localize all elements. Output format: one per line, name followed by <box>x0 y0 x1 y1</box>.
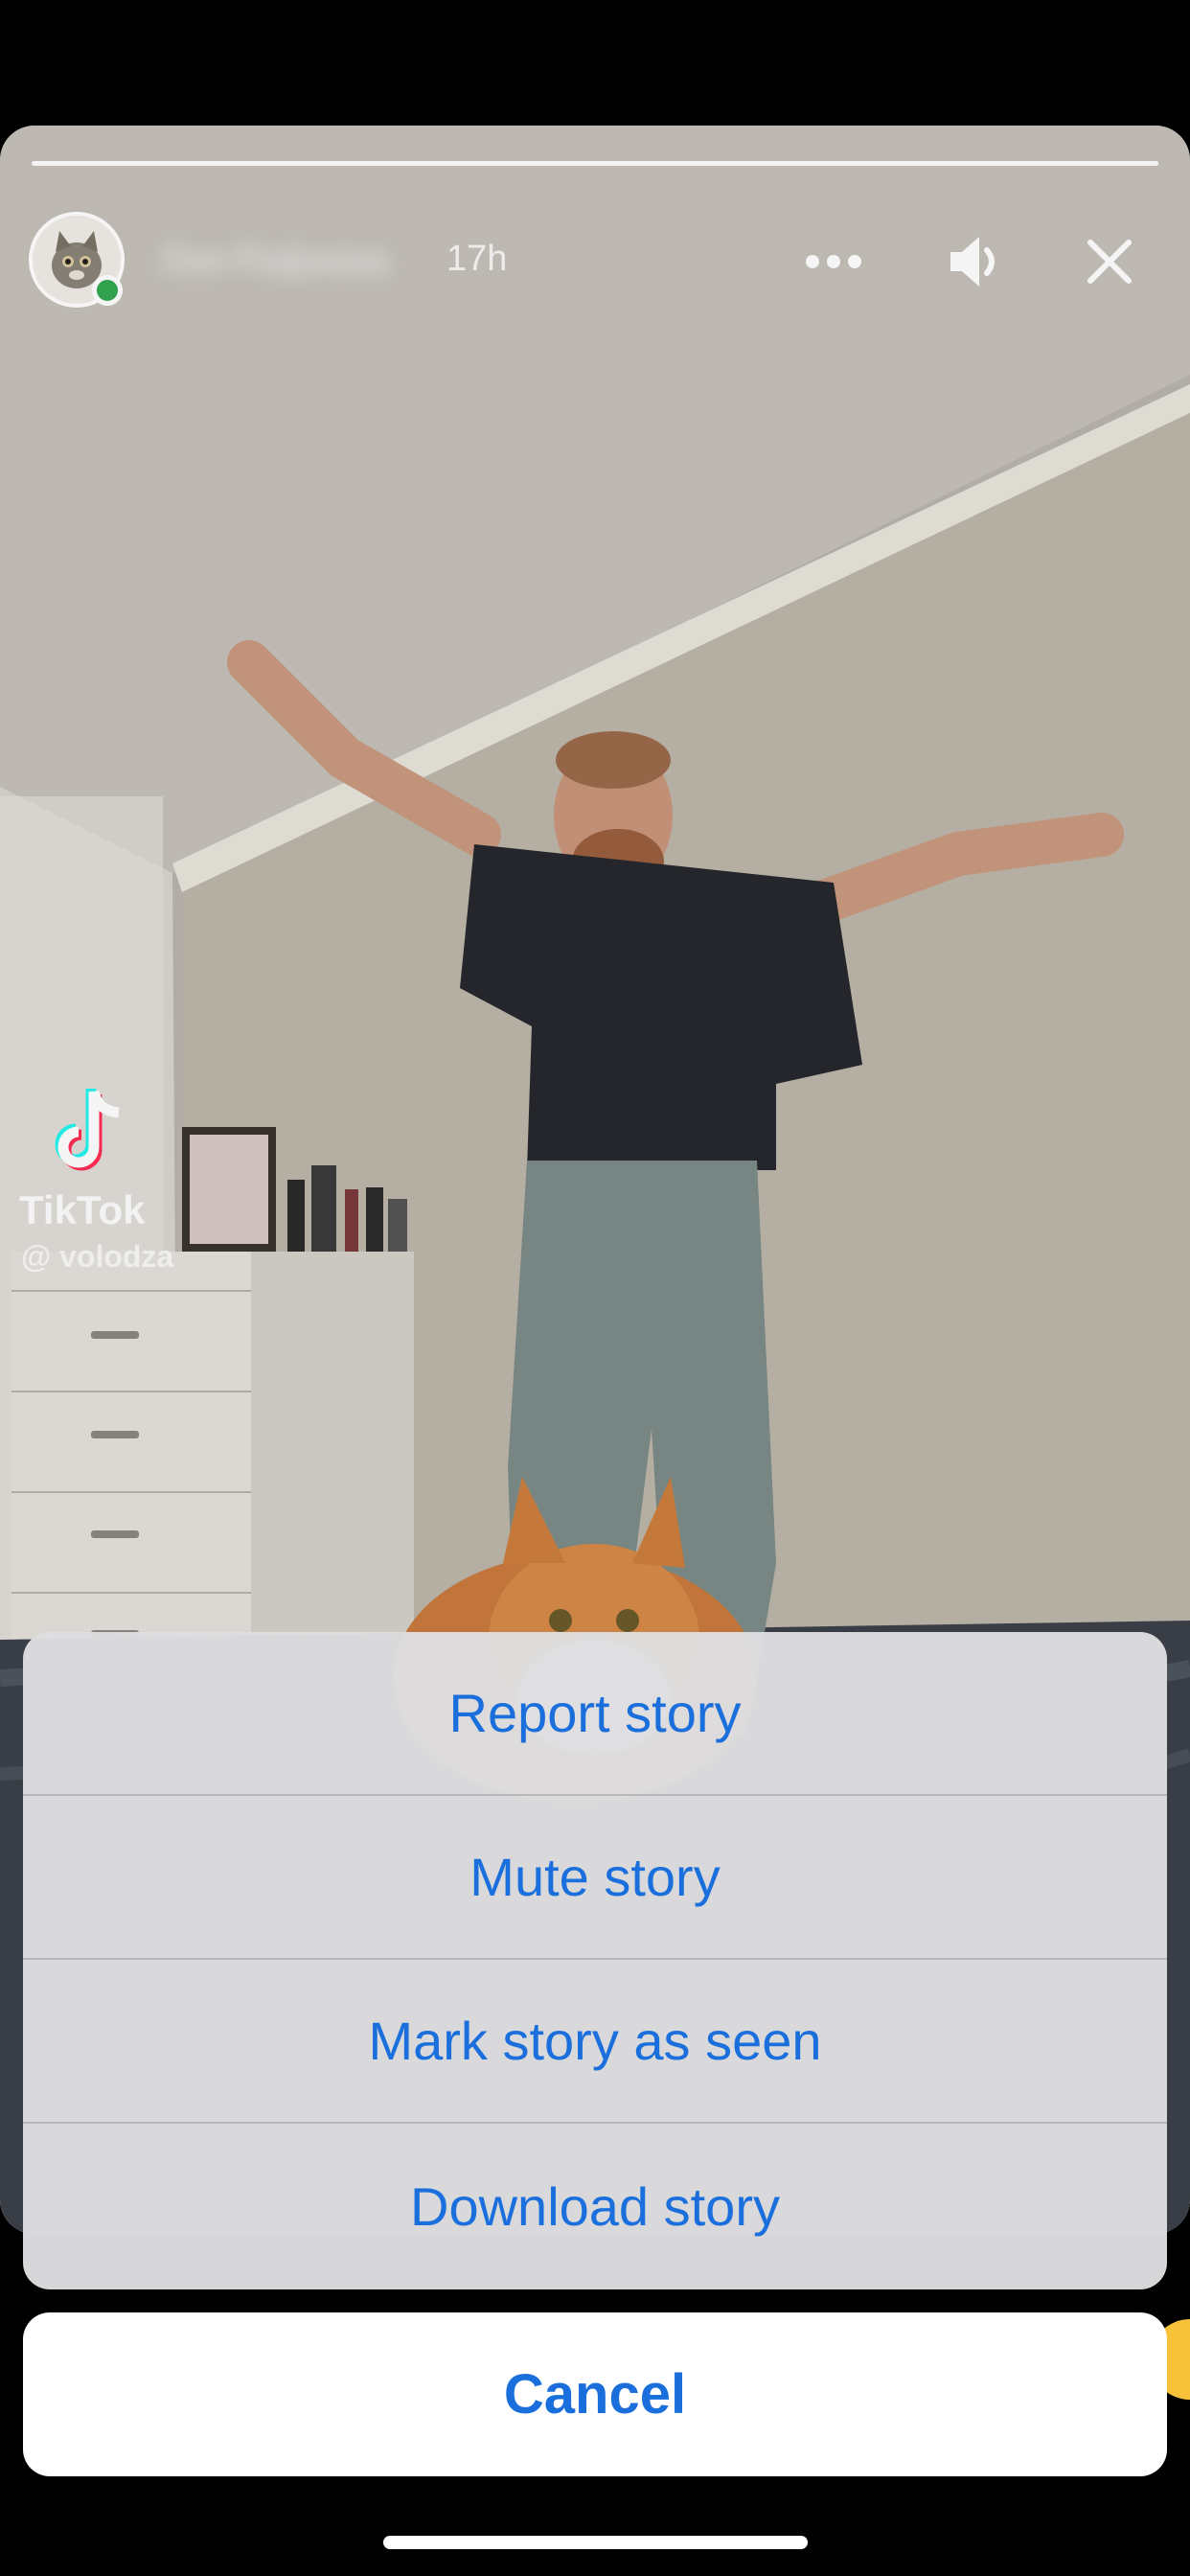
action-sheet: Report story Mute story Mark story as se… <box>23 1632 1167 2289</box>
mark-story-seen-button[interactable]: Mark story as seen <box>23 1960 1167 2124</box>
story-viewer-screen: Лия Рафиева 17h TikTok @ volodza Report … <box>0 0 1190 2576</box>
report-story-button[interactable]: Report story <box>23 1632 1167 1796</box>
mute-story-button[interactable]: Mute story <box>23 1796 1167 1960</box>
home-indicator[interactable] <box>383 2536 808 2549</box>
cancel-button[interactable]: Cancel <box>23 2312 1167 2476</box>
download-story-button[interactable]: Download story <box>23 2124 1167 2289</box>
